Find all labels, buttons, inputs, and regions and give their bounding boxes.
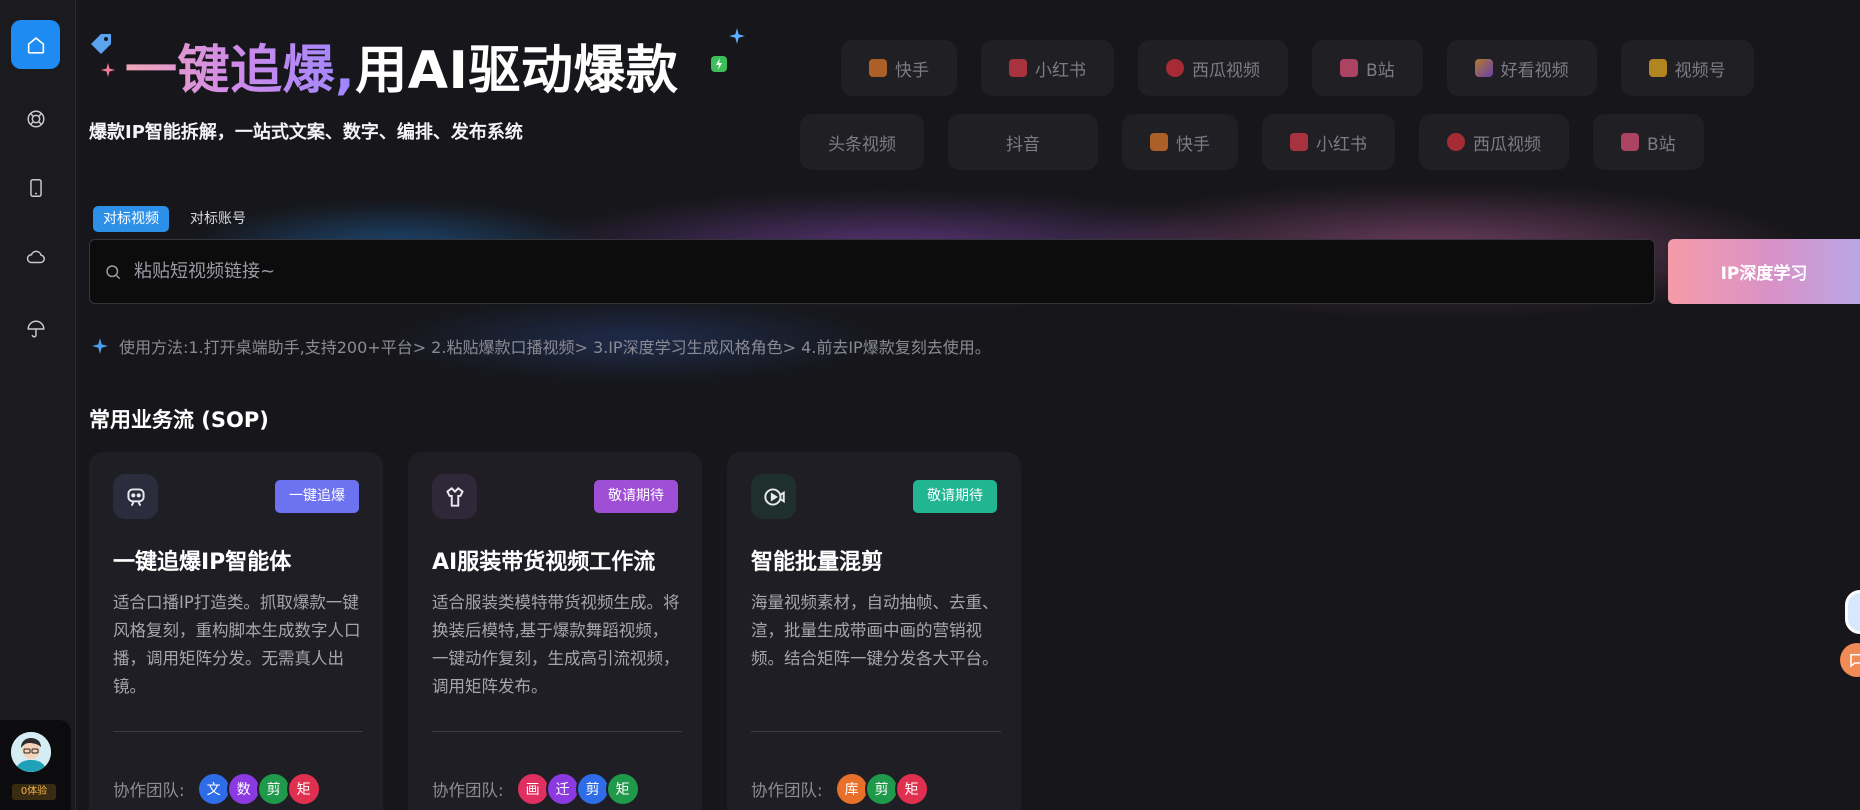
workflow-card[interactable]: 一键追爆 一键追爆IP智能体 适合口播IP打造类。抓取爆款一键风格复刻，重构脚本… <box>89 452 383 810</box>
platform-chip[interactable]: 快手 <box>1122 114 1238 170</box>
search-icon <box>106 264 121 279</box>
chat-bubble-button[interactable] <box>1840 643 1860 677</box>
tab-benchmark-account[interactable]: 对标账号 <box>180 206 256 232</box>
cloud-icon <box>26 250 45 263</box>
ip-deep-learning-button[interactable]: IP深度学习 <box>1668 239 1860 304</box>
card-title: 智能批量混剪 <box>751 550 884 575</box>
sidebar-item-home[interactable] <box>11 20 60 69</box>
platform-chip[interactable]: 小红书 <box>1262 114 1395 170</box>
card-divider <box>113 731 363 732</box>
card-desc: 适合服装类模特带货视频生成。将换装后模特,基于爆款舞蹈视频，一键动作复刻，生成高… <box>432 593 680 696</box>
platform-chip[interactable]: 抖音 <box>948 114 1098 170</box>
team-chip: 剪 <box>256 772 291 806</box>
card-divider <box>432 731 682 732</box>
tab-benchmark-video[interactable]: 对标视频 <box>93 206 169 232</box>
usage-instructions: 使用方法:1.打开桌端助手,支持200+平台> 2.粘贴爆款口播视频> 3.IP… <box>91 334 991 358</box>
card-team: 协作团队: 库 剪 矩 <box>751 772 929 806</box>
team-label: 协作团队: <box>432 781 504 800</box>
platform-row-2: 头条视频 抖音 快手 小红书 西瓜视频 B站 <box>800 114 1704 170</box>
card-tag: 敬请期待 <box>913 480 997 513</box>
card-tag: 一键追爆 <box>275 480 359 513</box>
team-chip: 矩 <box>605 772 640 806</box>
avatar-icon <box>11 732 51 772</box>
home-icon <box>27 36 44 54</box>
chat-icon <box>1850 654 1860 668</box>
clothing-icon <box>432 474 477 519</box>
mobile-icon <box>29 178 42 197</box>
team-chip: 画 <box>515 772 550 806</box>
card-title: 一键追爆IP智能体 <box>113 550 292 575</box>
sidebar-item-umbrella[interactable] <box>11 304 60 353</box>
team-chip: 矩 <box>286 772 321 806</box>
search-input[interactable] <box>134 251 1534 292</box>
card-desc: 适合口播IP打造类。抓取爆款一键风格复刻，重构脚本生成数字人口播，调用矩阵分发。… <box>113 593 361 696</box>
battery-bolt-icon <box>711 56 727 72</box>
robot-icon <box>113 474 158 519</box>
platform-chip[interactable]: 视频号 <box>1620 40 1754 96</box>
platform-row-1: 快手 小红书 西瓜视频 B站 好看视频 视频号 <box>841 40 1754 96</box>
sparkle-icon <box>92 338 108 354</box>
platform-chip[interactable]: B站 <box>1312 40 1423 96</box>
card-title: AI服装带货视频工作流 <box>432 550 656 575</box>
card-tag: 敬请期待 <box>594 480 678 513</box>
lifebuoy-icon <box>26 109 45 128</box>
team-chip: 数 <box>226 772 261 806</box>
umbrella-icon <box>26 320 45 338</box>
platform-chip[interactable]: 西瓜视频 <box>1419 114 1569 170</box>
card-desc: 海量视频素材，自动抽帧、去重、渲，批量生成带画中画的营销视频。结合矩阵一键分发各… <box>751 593 999 668</box>
workflow-card[interactable]: 敬请期待 智能批量混剪 海量视频素材，自动抽帧、去重、渲，批量生成带画中画的营销… <box>727 452 1021 810</box>
search-box <box>89 239 1655 304</box>
hero-title: 一键追爆,用AI驱动爆款 <box>125 28 678 103</box>
team-chip: 剪 <box>864 772 899 806</box>
platform-chip[interactable]: 小红书 <box>981 40 1114 96</box>
avatar[interactable] <box>11 732 51 772</box>
card-team: 协作团队: 文 数 剪 矩 <box>113 772 321 806</box>
team-chip: 库 <box>834 772 869 806</box>
team-label: 协作团队: <box>113 781 185 800</box>
sidebar-item-cloud[interactable] <box>11 232 60 281</box>
team-chip: 剪 <box>575 772 610 806</box>
usage-text: 使用方法:1.打开桌端助手,支持200+平台> 2.粘贴爆款口播视频> 3.IP… <box>119 338 991 357</box>
team-chip: 迁 <box>545 772 580 806</box>
sparkle-icon <box>101 63 115 77</box>
platform-chip[interactable]: 快手 <box>841 40 957 96</box>
hero-title-gradient: 一键追爆, <box>125 41 356 101</box>
hero-title-white: 用AI驱动爆款 <box>355 41 679 101</box>
sidebar: 0体验 <box>0 0 76 810</box>
video-camera-icon <box>751 474 796 519</box>
user-panel: 0体验 <box>0 720 71 810</box>
team-label: 协作团队: <box>751 781 823 800</box>
platform-chip[interactable]: 好看视频 <box>1446 40 1597 96</box>
workflow-card[interactable]: 敬请期待 AI服装带货视频工作流 适合服装类模特带货视频生成。将换装后模特,基于… <box>408 452 702 810</box>
team-chip: 文 <box>196 772 231 806</box>
platform-chip[interactable]: B站 <box>1593 114 1704 170</box>
team-chip: 矩 <box>894 772 929 806</box>
sidebar-item-lifebuoy[interactable] <box>11 94 60 143</box>
sidebar-item-mobile[interactable] <box>11 163 60 212</box>
card-team: 协作团队: 画 迁 剪 矩 <box>432 772 640 806</box>
platform-chip[interactable]: 头条视频 <box>800 114 924 170</box>
floating-assistant-button[interactable] <box>1845 590 1860 634</box>
hero-subtitle: 爆款IP智能拆解，一站式文案、数字、编排、发布系统 <box>89 122 523 143</box>
card-divider <box>751 731 1001 732</box>
price-tag-icon <box>91 34 111 54</box>
sparkle-icon <box>729 28 745 44</box>
platform-chip[interactable]: 西瓜视频 <box>1138 40 1288 96</box>
section-title: 常用业务流 (SOP) <box>89 408 269 432</box>
trial-badge: 0体验 <box>12 784 56 800</box>
